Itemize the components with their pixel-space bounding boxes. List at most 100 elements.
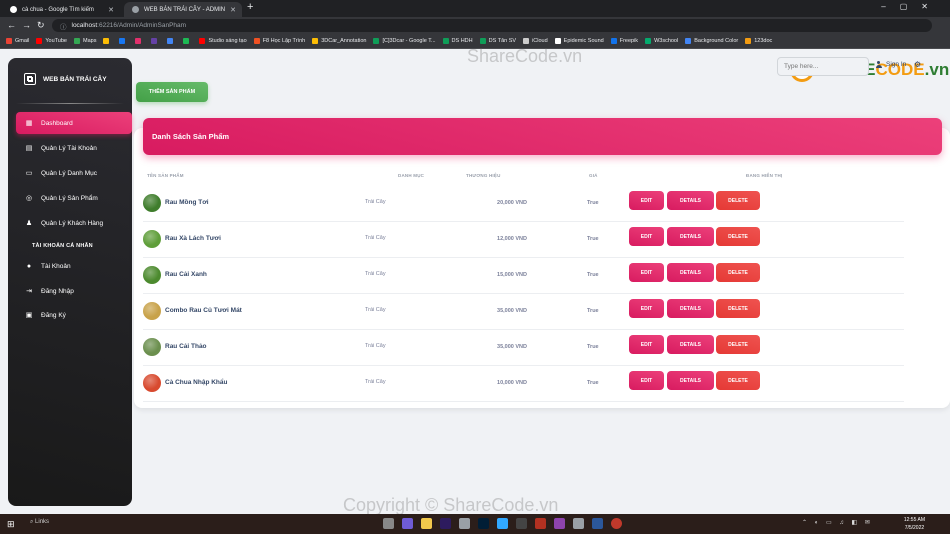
info-icon: ⓘ — [60, 23, 67, 31]
bookmark-label: W3school — [654, 38, 679, 44]
clock[interactable]: 12:55 AM 7/5/2022 — [904, 516, 925, 532]
sidebar-item-label: Quản Lý Khách Hàng — [41, 219, 104, 227]
brand[interactable]: WEB BÁN TRÁI CÂY — [8, 58, 132, 100]
delete-button[interactable]: DELETE — [716, 335, 760, 354]
details-button[interactable]: DETAILS — [667, 335, 714, 354]
sidebar-item-accounts[interactable]: ▤ Quản Lý Tài Khoản — [16, 137, 132, 159]
system-tray-icons[interactable]: ⌃ ◐ ▭ ♫ ◧ ✉ — [802, 519, 873, 526]
bookmark-item[interactable]: F8 Học Lập Trình — [253, 38, 305, 44]
back-icon[interactable]: ← — [7, 20, 16, 30]
bookmark-item[interactable] — [183, 38, 192, 44]
bookmark-item[interactable]: Gmail — [6, 38, 29, 44]
bookmark-item[interactable]: Freepik — [610, 38, 638, 44]
search-input[interactable] — [777, 57, 869, 76]
bookmark-label: iCloud — [532, 38, 548, 44]
taskbar-app-icon[interactable] — [573, 518, 584, 529]
bookmark-icon — [479, 38, 486, 44]
bookmark-item[interactable]: DS Tân SV — [479, 38, 516, 44]
bookmark-item[interactable]: Background Color — [685, 38, 738, 44]
edit-button[interactable]: EDIT — [629, 299, 664, 318]
taskbar-app-icon[interactable] — [421, 518, 432, 529]
add-product-button[interactable]: THÊM SẢN PHẨM — [136, 82, 208, 102]
delete-button[interactable]: DELETE — [716, 371, 760, 390]
bookmark-icon — [523, 38, 530, 44]
google-icon — [10, 6, 17, 13]
taskbar-app-icon[interactable] — [592, 518, 603, 529]
column-header-price: GIÁ — [589, 173, 598, 178]
bookmark-item[interactable]: 3DCar_Annotation — [312, 38, 366, 44]
details-button[interactable]: DETAILS — [667, 191, 714, 210]
sidebar-item-customers[interactable]: ♟ Quản Lý Khách Hàng — [16, 212, 132, 234]
sidebar-item-register[interactable]: ▣ Đăng Ký — [16, 304, 132, 326]
url-host: localhost — [71, 22, 98, 29]
delete-button[interactable]: DELETE — [716, 299, 760, 318]
bookmark-item[interactable]: W3school — [645, 38, 678, 44]
forward-icon[interactable]: → — [22, 20, 31, 30]
taskbar-app-icon[interactable] — [440, 518, 451, 529]
product-thumbnail — [143, 194, 161, 212]
bookmark-item[interactable]: iCloud — [523, 38, 548, 44]
bookmark-item[interactable]: [C]3Dcar - Google T... — [373, 38, 436, 44]
product-price: 10,000 VND — [497, 380, 527, 386]
bookmark-icon — [135, 38, 142, 44]
taskbar-app-icon[interactable] — [402, 518, 413, 529]
bookmark-item[interactable]: DS HDH — [442, 38, 473, 44]
bookmark-item[interactable]: YouTube — [36, 38, 67, 44]
gear-icon[interactable]: ⚙ — [914, 60, 921, 69]
details-button[interactable]: DETAILS — [667, 371, 714, 390]
sidebar-item-profile[interactable]: ● Tài Khoản — [16, 255, 132, 277]
edit-button[interactable]: EDIT — [629, 191, 664, 210]
bookmark-item[interactable]: Epidemic Sound — [554, 38, 604, 44]
signin-link[interactable]: Sign In — [875, 61, 906, 68]
bookmark-item[interactable] — [119, 38, 128, 44]
windows-start-icon[interactable]: ⊞ — [7, 519, 15, 530]
product-thumbnail — [143, 302, 161, 320]
product-visible: True — [587, 200, 599, 206]
taskbar-app-icon[interactable] — [478, 518, 489, 529]
sidebar-item-login[interactable]: ⇥ Đăng Nhập — [16, 280, 132, 302]
reload-icon[interactable]: ↻ — [37, 20, 45, 31]
taskbar-search[interactable]: ⌕ Links — [30, 519, 49, 526]
os-taskbar: ⊞ ⌕ Links ⌃ ◐ ▭ ♫ ◧ ✉ 12:55 AM 7/5/2022 — [0, 514, 950, 534]
bookmark-icon — [554, 38, 561, 44]
bookmark-icon — [74, 38, 80, 44]
browser-tab-google[interactable]: cà chua - Google Tìm kiếm ✕ — [2, 2, 120, 17]
taskbar-app-icon[interactable] — [611, 518, 622, 529]
bookmark-item[interactable] — [151, 38, 160, 44]
bookmark-item[interactable]: Maps — [74, 38, 96, 44]
details-button[interactable]: DETAILS — [667, 299, 714, 318]
edit-button[interactable]: EDIT — [629, 263, 664, 282]
delete-button[interactable]: DELETE — [716, 227, 760, 246]
bookmark-item[interactable] — [103, 38, 112, 44]
new-tab-button[interactable]: + — [247, 1, 253, 13]
details-button[interactable]: DETAILS — [667, 263, 714, 282]
details-button[interactable]: DETAILS — [667, 227, 714, 246]
bookmark-icon — [183, 38, 190, 44]
address-bar[interactable]: ⓘ localhost:62216/Admin/AdminSanPham — [52, 19, 932, 32]
delete-button[interactable]: DELETE — [716, 263, 760, 282]
taskbar-app-icon[interactable] — [554, 518, 565, 529]
taskbar-app-icon[interactable] — [535, 518, 546, 529]
product-visible: True — [587, 272, 599, 278]
window-controls[interactable]: –▢✕ — [881, 2, 942, 11]
bookmark-item[interactable] — [135, 38, 144, 44]
close-tab-icon[interactable]: ✕ — [230, 6, 236, 14]
close-tab-icon[interactable]: ✕ — [108, 6, 114, 14]
taskbar-app-icon[interactable] — [497, 518, 508, 529]
edit-button[interactable]: EDIT — [629, 335, 664, 354]
bookmark-item[interactable]: Studio sáng tạo — [199, 38, 247, 44]
bookmark-item[interactable] — [167, 38, 176, 44]
edit-button[interactable]: EDIT — [629, 371, 664, 390]
edit-button[interactable]: EDIT — [629, 227, 664, 246]
bookmark-item[interactable]: 123doc — [745, 38, 772, 44]
sidebar-item-categories[interactable]: ▭ Quản Lý Danh Mục — [16, 162, 132, 184]
logo-vn: .vn — [924, 60, 950, 79]
bookmark-icon — [610, 38, 617, 44]
delete-button[interactable]: DELETE — [716, 191, 760, 210]
taskbar-app-icon[interactable] — [459, 518, 470, 529]
taskbar-app-icon[interactable] — [516, 518, 527, 529]
sidebar-item-dashboard[interactable]: ▦ Dashboard — [16, 112, 132, 134]
browser-tab-admin[interactable]: WEB BÁN TRÁI CÂY - ADMIN ✕ — [124, 2, 242, 17]
sidebar-item-products[interactable]: ◎ Quản Lý Sản Phẩm — [16, 187, 132, 209]
taskbar-app-icon[interactable] — [383, 518, 394, 529]
